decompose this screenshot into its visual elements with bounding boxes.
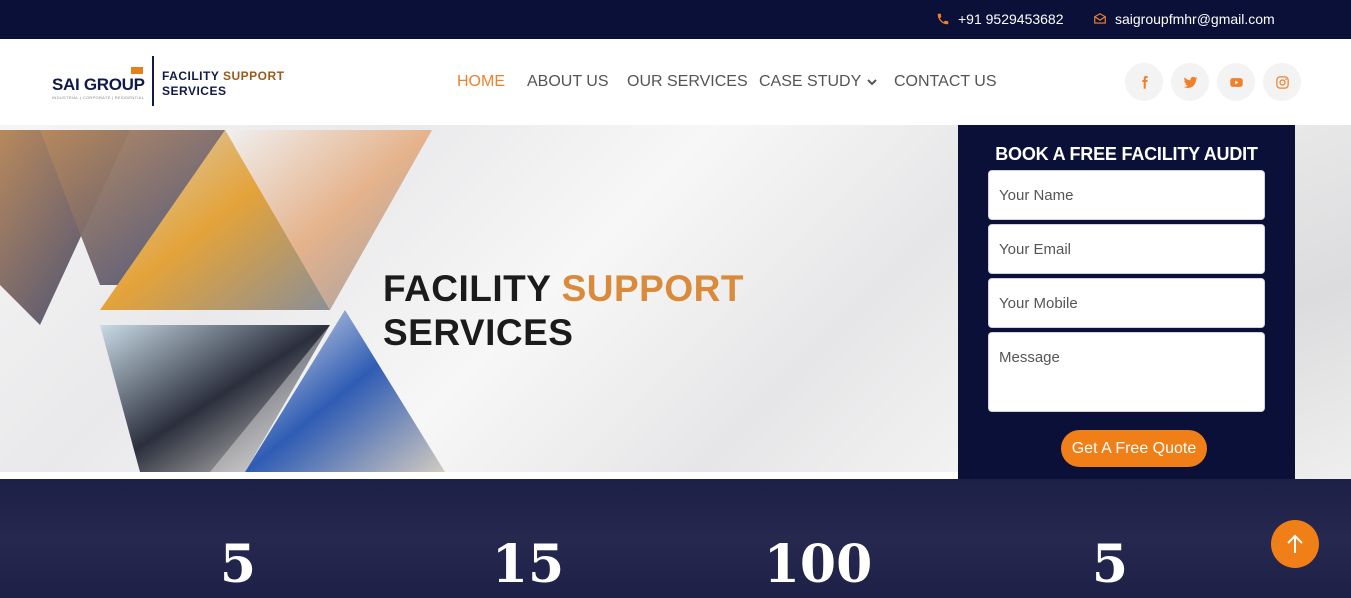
logo-tagline: INDUSTRIAL | CORPORATE | RESIDENTIAL (52, 95, 145, 100)
instagram-icon (1275, 75, 1289, 89)
mobile-input[interactable]: Your Mobile (988, 278, 1265, 328)
stat-value: 100 (763, 534, 873, 595)
hero-banner: FACILITY SUPPORT SERVICES (0, 125, 958, 472)
get-quote-button[interactable]: Get A Free Quote (1061, 430, 1207, 467)
instagram-button[interactable] (1263, 63, 1301, 101)
logo-subtitle-line1: FACILITY SUPPORT (162, 69, 285, 83)
site-header: SAI GROUP INDUSTRIAL | CORPORATE | RESID… (0, 39, 1351, 125)
email-contact[interactable]: saigroupfmhr@gmail.com (1093, 11, 1275, 27)
form-title: BOOK A FREE FACILITY AUDIT (995, 144, 1258, 164)
nav-contact-us[interactable]: CONTACT US (894, 73, 997, 91)
nav-about-us[interactable]: ABOUT US (527, 73, 609, 91)
chevron-down-icon (867, 79, 877, 86)
logo-brand: SAI GROUP (52, 75, 145, 94)
stat-value: 5 (219, 534, 257, 595)
stat-value: 5 (1091, 534, 1129, 595)
youtube-button[interactable] (1217, 63, 1255, 101)
nav-case-study-label: CASE STUDY (759, 73, 862, 90)
scroll-to-top-button[interactable] (1271, 520, 1319, 568)
nav-case-study[interactable]: CASE STUDY (759, 73, 877, 91)
envelope-icon (1094, 13, 1106, 24)
facebook-icon (1141, 75, 1148, 89)
phone-contact[interactable]: +91 9529453682 (936, 11, 1064, 27)
audit-form: BOOK A FREE FACILITY AUDIT Your Name You… (958, 125, 1295, 484)
arrow-up-icon (1287, 534, 1303, 553)
hero-headline: FACILITY SUPPORT SERVICES (383, 267, 744, 355)
email-input[interactable]: Your Email (988, 224, 1265, 274)
youtube-icon (1229, 77, 1243, 87)
hero-headline-accent: SUPPORT (561, 268, 744, 309)
logo-divider (152, 56, 154, 106)
phone-number: +91 9529453682 (958, 11, 1064, 27)
stats-section: 5 15 100 5 (0, 479, 1351, 598)
twitter-button[interactable] (1171, 63, 1209, 101)
hero-headline-line2: SERVICES (383, 312, 574, 353)
logo-subtitle-line2: SERVICES (162, 84, 227, 98)
facebook-button[interactable] (1125, 63, 1163, 101)
hero-headline-word: FACILITY (383, 268, 551, 309)
twitter-icon (1183, 76, 1197, 88)
nav-our-services[interactable]: OUR SERVICES (627, 73, 748, 91)
message-textarea[interactable]: Message (988, 332, 1265, 412)
site-logo[interactable]: SAI GROUP INDUSTRIAL | CORPORATE | RESID… (52, 55, 292, 109)
top-bar: +91 9529453682 saigroupfmhr@gmail.com (0, 0, 1351, 39)
phone-icon (937, 13, 949, 25)
logo-mark (131, 67, 143, 74)
stat-value: 15 (491, 534, 565, 595)
nav-home[interactable]: HOME (457, 73, 505, 91)
name-input[interactable]: Your Name (988, 170, 1265, 220)
hero-bottom-divider (0, 472, 958, 479)
email-address: saigroupfmhr@gmail.com (1115, 11, 1275, 27)
